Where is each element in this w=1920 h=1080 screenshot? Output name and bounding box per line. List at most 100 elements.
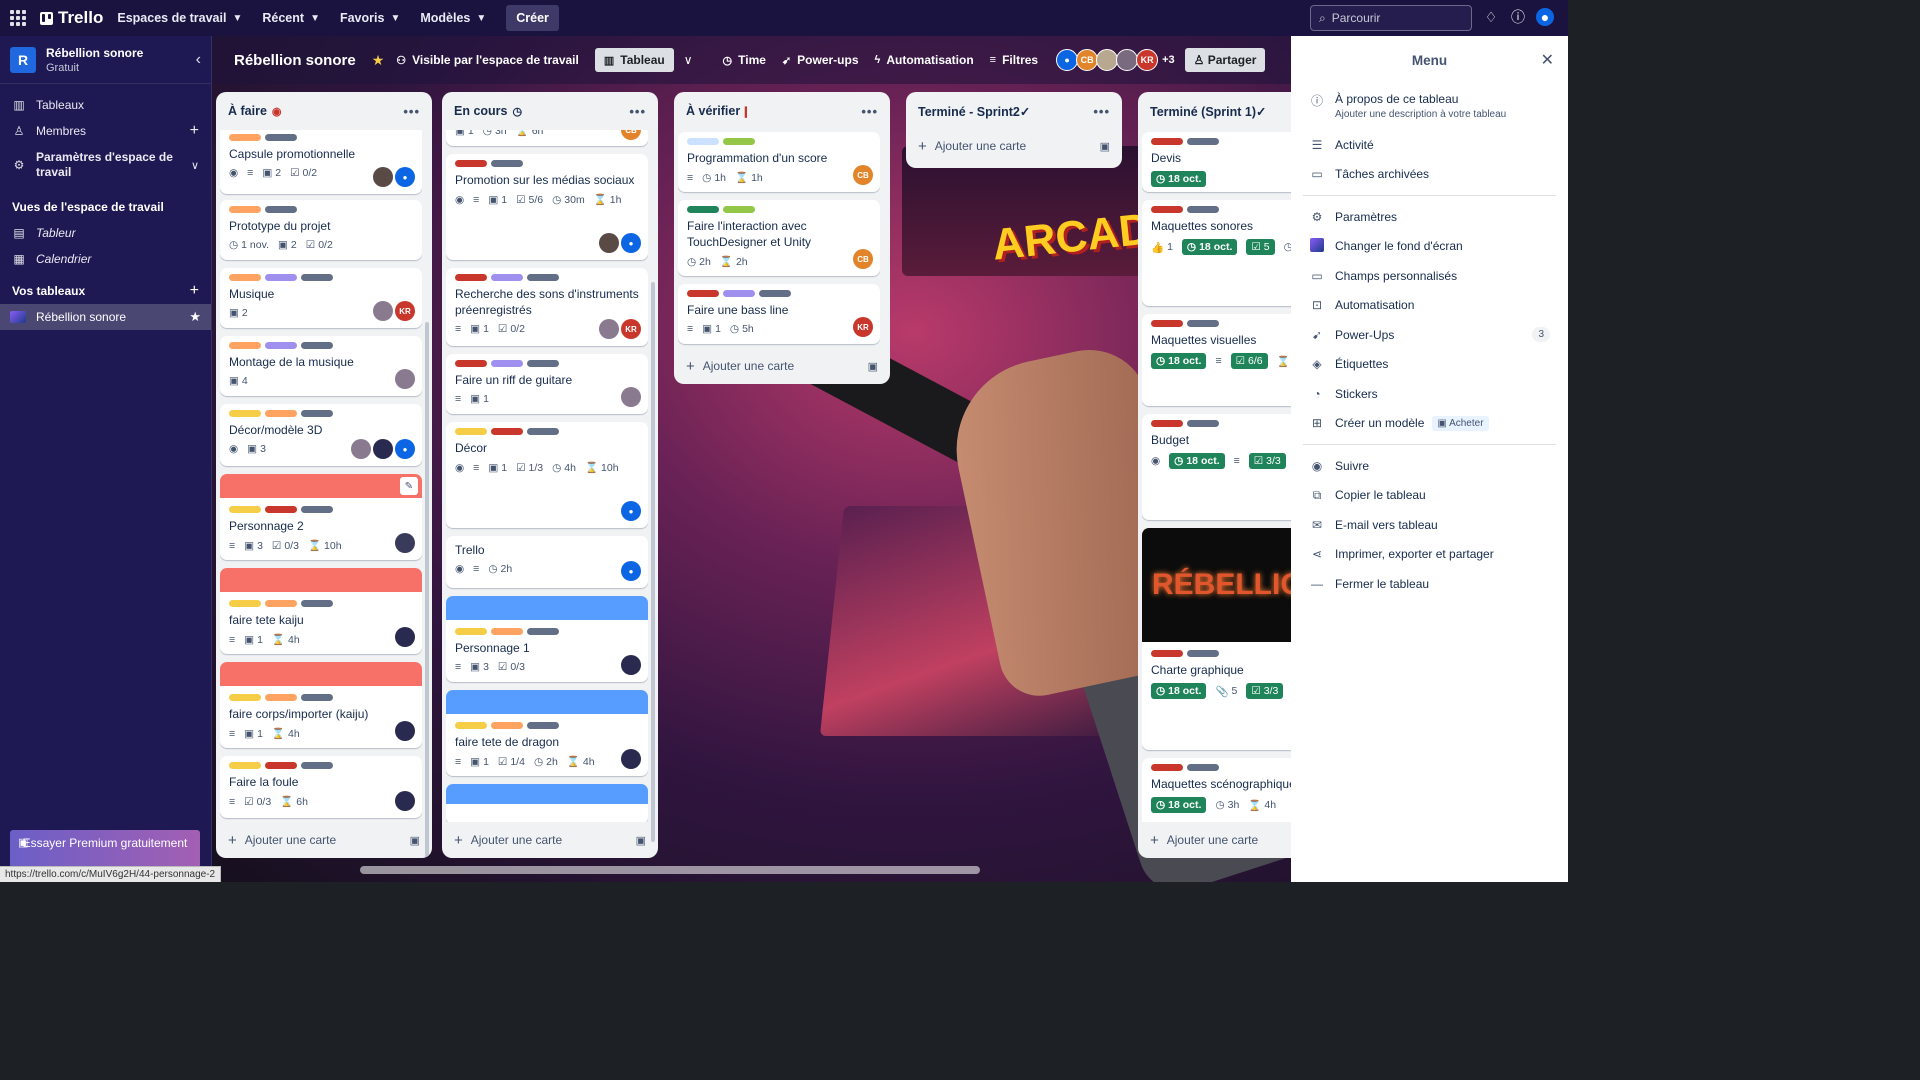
card[interactable]: Programmation d'un score ≡ ◷ 1h ⌛ 1h CB	[678, 132, 880, 192]
card[interactable]: Faire l'interaction avec TouchDesigner e…	[678, 200, 880, 276]
list-header[interactable]: À faire ◉ •••	[216, 92, 432, 130]
board-members[interactable]: ● CB KR +3	[1056, 49, 1175, 71]
label-grey[interactable]	[527, 628, 559, 635]
sidebar-board-item[interactable]: Rébellion sonore ★	[0, 304, 211, 330]
member-avatar[interactable]	[395, 533, 415, 553]
label-grey[interactable]	[265, 206, 297, 213]
add-card-button[interactable]: + Ajouter une carte ▣	[674, 348, 890, 384]
help-icon[interactable]: ⓘ	[1509, 8, 1527, 26]
card[interactable]: Décor ◉ ≡ ▣ 1 ☑ 1/3 ◷ 4h ⌛ 10h ●	[446, 422, 648, 528]
member-avatar[interactable]	[621, 749, 641, 769]
card[interactable]: Faire un riff de guitare ≡ ▣ 1	[446, 354, 648, 414]
label-grey[interactable]	[301, 410, 333, 417]
label-grey[interactable]	[527, 428, 559, 435]
card[interactable]: Personnage 1 ≡ ▣ 3 ☑ 0/3	[446, 596, 648, 682]
card[interactable]: Faire une bass line ≡ ▣ 1 ◷ 5h KR	[678, 284, 880, 344]
label-grey[interactable]	[527, 274, 559, 281]
add-card-button[interactable]: + Ajouter une carte	[1138, 822, 1291, 858]
label-grey[interactable]	[301, 600, 333, 607]
card[interactable]: Recherche des sons d'instruments préenre…	[446, 268, 648, 346]
notifications-icon[interactable]: ♢	[1482, 8, 1500, 26]
label-grey[interactable]	[527, 722, 559, 729]
label-grey[interactable]	[1187, 420, 1219, 427]
filters-button[interactable]: ≡ Filtres	[990, 53, 1038, 67]
card[interactable]: faire tete de dragon ≡ ▣ 1 ☑ 1/4 ◷ 2h ⌛ 4h	[446, 690, 648, 776]
create-button[interactable]: Créer	[506, 5, 559, 31]
label-purple[interactable]	[265, 342, 297, 349]
add-member-icon[interactable]: +	[190, 122, 199, 140]
label-red[interactable]	[455, 360, 487, 367]
close-icon[interactable]: ✕	[1541, 50, 1554, 70]
sidebar-item-boards[interactable]: ▥ Tableaux	[0, 92, 211, 118]
list-title[interactable]: Terminé - Sprint2✓	[918, 104, 1030, 119]
card[interactable]	[446, 784, 648, 822]
list-menu-icon[interactable]: •••	[1093, 104, 1110, 119]
list-header[interactable]: Terminé (Sprint 1)✓	[1138, 92, 1291, 130]
card[interactable]: RÉBELLION SONORE Charte graphique ◷ 18 o…	[1142, 528, 1291, 750]
powerups-button[interactable]: ➹ Power-ups	[782, 53, 859, 67]
label-orange[interactable]	[229, 342, 261, 349]
label-grey[interactable]	[1187, 206, 1219, 213]
menu-item-close-board[interactable]: — Fermer le tableau	[1291, 569, 1568, 599]
label-orange[interactable]	[491, 722, 523, 729]
add-board-icon[interactable]: +	[190, 282, 199, 300]
label-sky[interactable]	[687, 138, 719, 145]
card[interactable]: Capsule promotionnelle ◉ ≡ ▣ 2 ☑ 0/2 ●	[220, 130, 422, 194]
menu-item-automation[interactable]: ⊡ Automatisation	[1291, 291, 1568, 321]
member-avatar[interactable]: KR	[1136, 49, 1159, 71]
card[interactable]: Trello ◉ ≡ ◷ 2h ●	[446, 536, 648, 588]
label-green[interactable]	[687, 206, 719, 213]
member-avatar[interactable]	[621, 655, 641, 675]
label-red[interactable]	[1151, 420, 1183, 427]
member-avatar[interactable]	[395, 721, 415, 741]
member-avatar[interactable]	[599, 233, 619, 253]
card[interactable]: Maquettes sonores 👍 1◷ 18 oct.☑ 5◷ 4h⌛ 5…	[1142, 200, 1291, 306]
menu-item-labels[interactable]: ◈ Étiquettes	[1291, 350, 1568, 380]
label-yellow[interactable]	[455, 722, 487, 729]
label-red[interactable]	[455, 274, 487, 281]
star-icon[interactable]: ★	[372, 52, 385, 69]
card[interactable]: Décor/modèle 3D ◉ ▣ 3 ●	[220, 404, 422, 466]
menu-recent[interactable]: Récent ▼	[262, 11, 320, 25]
label-grey[interactable]	[301, 762, 333, 769]
member-avatar[interactable]: ●	[1056, 49, 1079, 71]
menu-item-stickers[interactable]: ◔ Stickers	[1291, 379, 1568, 409]
card[interactable]: Promotion sur les médias sociaux ◉ ≡ ▣ 1 ☑ …	[446, 154, 648, 260]
menu-item-change-background[interactable]: Changer le fond d'écran	[1291, 232, 1568, 262]
label-grey[interactable]	[301, 694, 333, 701]
menu-item-powerups[interactable]: ➹ Power-Ups 3	[1291, 320, 1568, 350]
member-avatar[interactable]: CB	[853, 249, 873, 269]
label-red[interactable]	[1151, 650, 1183, 657]
member-avatar[interactable]: CB	[621, 130, 641, 140]
card[interactable]: faire corps/importer (kaiju) ≡ ▣ 1 ⌛ 4h	[220, 662, 422, 748]
account-avatar[interactable]: ●	[1536, 8, 1554, 26]
label-grey[interactable]	[265, 134, 297, 141]
buy-badge[interactable]: ▣ Acheter	[1432, 415, 1489, 431]
member-avatar[interactable]: ●	[395, 167, 415, 187]
more-members[interactable]: +3	[1162, 54, 1175, 66]
list-title[interactable]: Terminé (Sprint 1)✓	[1150, 104, 1267, 119]
member-avatar[interactable]	[621, 387, 641, 407]
label-grey[interactable]	[1187, 320, 1219, 327]
label-grey[interactable]	[759, 290, 791, 297]
member-avatar[interactable]: ●	[621, 501, 641, 521]
label-grey[interactable]	[491, 160, 523, 167]
search-input[interactable]: ⌕ Parcourir	[1310, 5, 1472, 31]
label-yellow[interactable]	[229, 762, 261, 769]
board-title[interactable]: Rébellion sonore	[224, 48, 366, 73]
card[interactable]: Faire la foule ≡ ☑ 0/3 ⌛ 6h	[220, 756, 422, 818]
list-header[interactable]: Terminé - Sprint2✓ •••	[906, 92, 1122, 130]
member-avatar[interactable]: KR	[853, 317, 873, 337]
label-red[interactable]	[1151, 206, 1183, 213]
card[interactable]: Prototype du projet ◷ 1 nov. ▣ 2 ☑ 0/2	[220, 200, 422, 260]
card[interactable]: Budget ◉◷ 18 oct.≡☑ 3/3⌛ 10h	[1142, 414, 1291, 520]
member-avatar[interactable]: CB	[853, 165, 873, 185]
label-red[interactable]	[687, 290, 719, 297]
add-card-button[interactable]: + Ajouter une carte ▣	[442, 822, 658, 858]
board-horizontal-scrollbar[interactable]	[360, 866, 980, 874]
list-menu-icon[interactable]: •••	[861, 104, 878, 119]
member-avatar[interactable]: KR	[395, 301, 415, 321]
member-avatar[interactable]: CB	[1076, 49, 1099, 71]
menu-workspaces[interactable]: Espaces de travail ▼	[117, 11, 242, 25]
label-orange[interactable]	[265, 600, 297, 607]
